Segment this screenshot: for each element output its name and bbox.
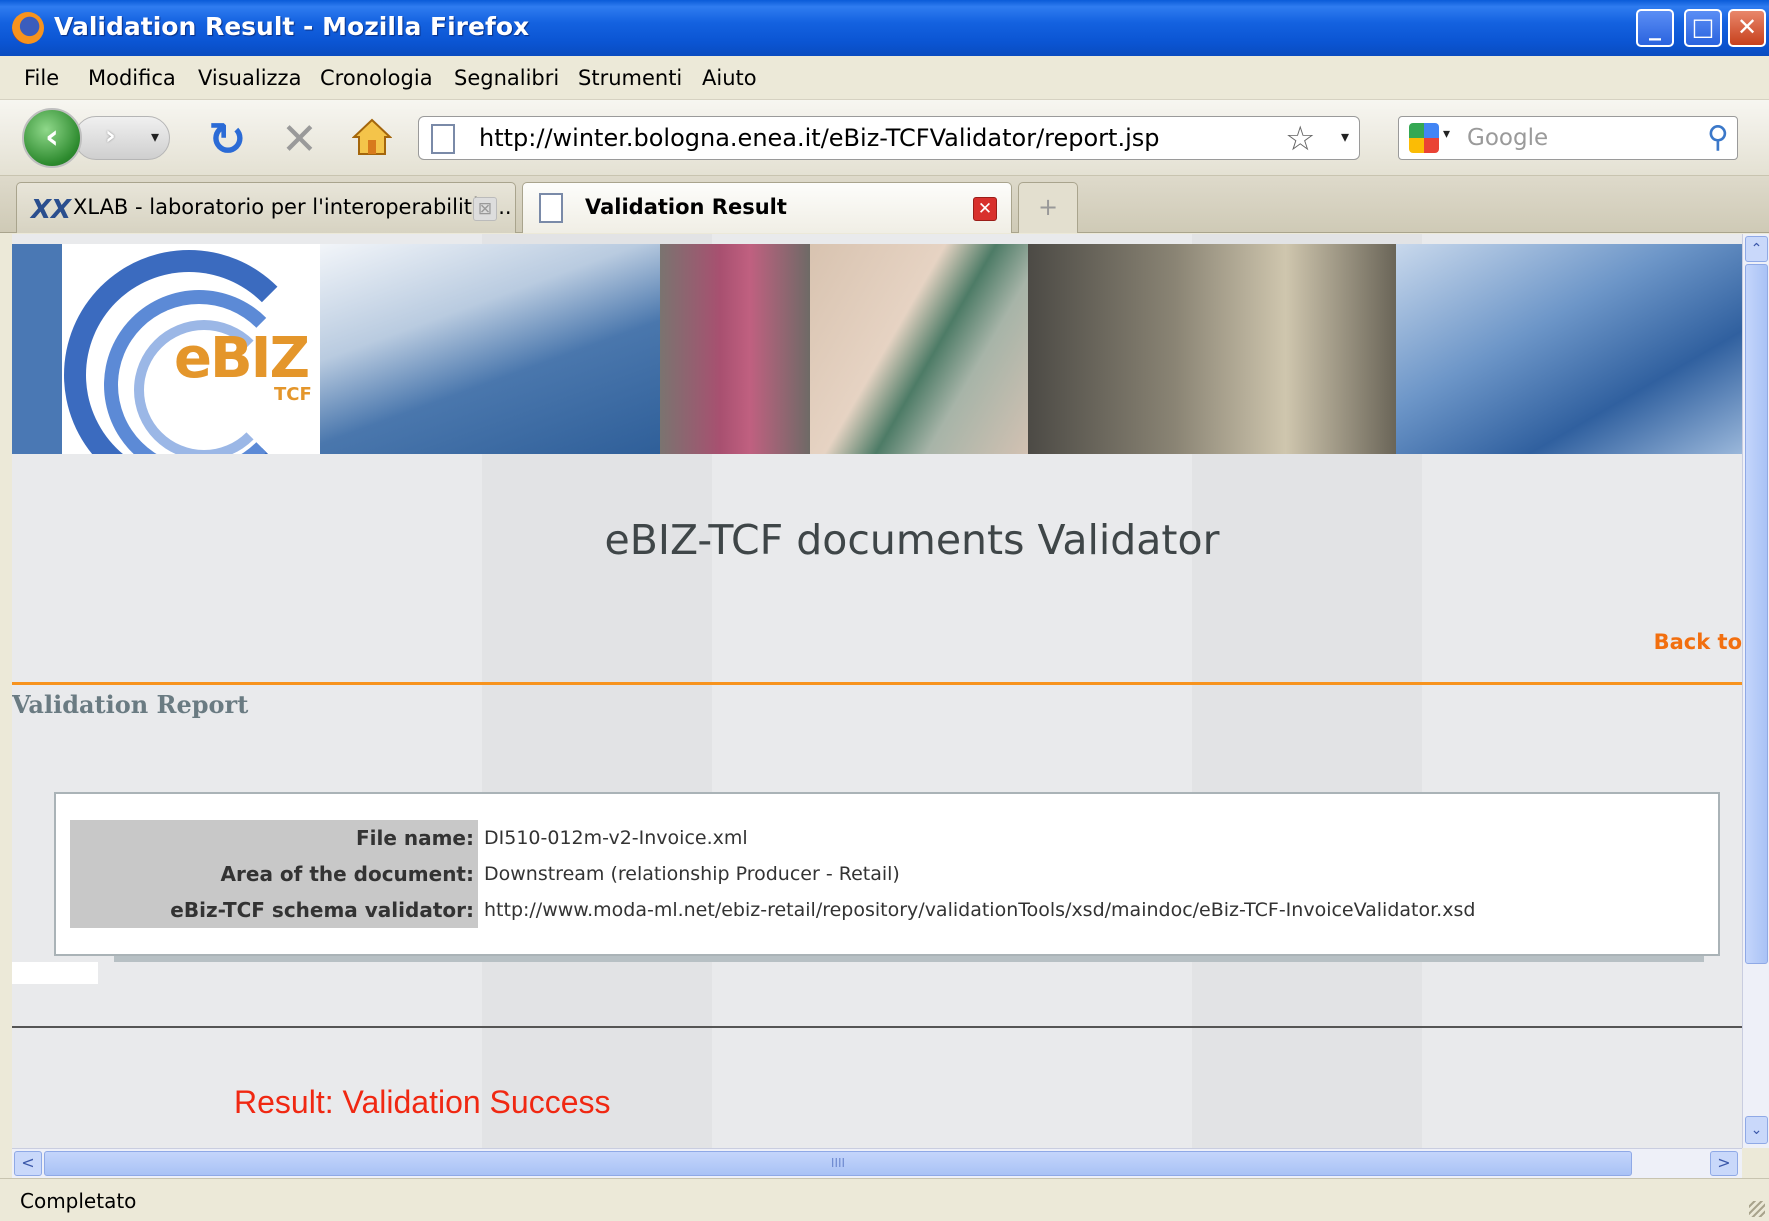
page-title: eBIZ-TCF documents Validator — [604, 516, 1220, 564]
validation-result: Result: Validation Success — [234, 1084, 611, 1120]
banner-image-sky — [320, 244, 660, 454]
search-engine-dropdown-icon[interactable]: ▾ — [1443, 126, 1450, 142]
decorative-block — [12, 962, 98, 984]
header-banner: eBIZ TCF — [12, 244, 1742, 454]
tab-xlab[interactable]: XX XLAB - laboratorio per l'interoperabi… — [16, 182, 516, 233]
divider — [12, 1026, 1742, 1028]
report-table: File name: DI510-012m-v2-Invoice.xml Are… — [54, 792, 1720, 956]
tab-label: Validation Result — [585, 195, 787, 219]
tab-close-icon[interactable]: ✕ — [973, 197, 997, 221]
menu-file[interactable]: File — [24, 66, 59, 90]
bookmark-star-icon[interactable]: ☆ — [1285, 119, 1315, 159]
close-button[interactable]: ✕ — [1728, 9, 1766, 47]
banner-edge — [12, 244, 62, 454]
banner-image-factory — [1028, 244, 1396, 454]
menu-modifica[interactable]: Modifica — [88, 66, 176, 90]
row-value: http://www.moda-ml.net/ebiz-retail/repos… — [484, 899, 1476, 921]
scroll-left-icon[interactable]: < — [14, 1151, 42, 1176]
vertical-scrollbar[interactable]: ⌃ ⌄ — [1742, 234, 1769, 1148]
menu-aiuto[interactable]: Aiuto — [702, 66, 757, 90]
menu-bar: File Modifica Visualizza Cronologia Segn… — [0, 56, 1769, 100]
tab-close-icon[interactable]: ⊠ — [473, 197, 497, 221]
minimize-button[interactable]: _ — [1636, 9, 1674, 47]
url-text[interactable]: http://winter.bologna.enea.it/eBiz-TCFVa… — [479, 124, 1159, 152]
horizontal-scroll-thumb[interactable]: IIII — [44, 1151, 1632, 1176]
window-title: Validation Result - Mozilla Firefox — [54, 12, 530, 41]
reload-icon[interactable]: ↻ — [208, 112, 247, 166]
row-label: File name: — [70, 820, 478, 856]
status-text: Completato — [20, 1189, 137, 1213]
firefox-icon — [12, 12, 44, 44]
tab-label: XLAB - laboratorio per l'interoperabilit… — [73, 195, 512, 219]
row-value: Downstream (relationship Producer - Reta… — [484, 863, 900, 885]
vertical-scroll-thumb[interactable] — [1745, 264, 1768, 964]
banner-image-hand — [1396, 244, 1742, 454]
scrollbar-corner — [1742, 1148, 1769, 1178]
page-icon — [539, 193, 563, 223]
row-label: eBiz-TCF schema validator: — [70, 892, 478, 928]
logo-subtext: TCF — [274, 384, 312, 405]
row-value: DI510-012m-v2-Invoice.xml — [484, 827, 748, 849]
resize-grip-icon[interactable] — [1749, 1201, 1765, 1217]
window-title-bar[interactable]: Validation Result - Mozilla Firefox _ □ … — [0, 0, 1769, 56]
section-title: Validation Report — [12, 690, 249, 719]
row-label: Area of the document: — [70, 856, 478, 892]
ebiz-logo: eBIZ TCF — [62, 244, 320, 454]
menu-segnalibri[interactable]: Segnalibri — [454, 66, 559, 90]
back-button[interactable]: ‹ — [22, 108, 82, 168]
google-icon[interactable] — [1409, 123, 1439, 153]
divider — [12, 682, 1742, 685]
scroll-down-icon[interactable]: ⌄ — [1745, 1116, 1768, 1144]
new-tab-button[interactable]: + — [1018, 182, 1078, 233]
menu-strumenti[interactable]: Strumenti — [578, 66, 682, 90]
address-bar[interactable]: http://winter.bologna.enea.it/eBiz-TCFVa… — [418, 116, 1360, 160]
search-bar[interactable]: ▾ Google ⚲ — [1398, 116, 1738, 160]
menu-cronologia[interactable]: Cronologia — [320, 66, 433, 90]
tab-validation-result[interactable]: Validation Result ✕ — [522, 182, 1012, 233]
logo-text: eBIZ — [174, 326, 310, 391]
scroll-up-icon[interactable]: ⌃ — [1745, 236, 1768, 262]
forward-button[interactable]: › ▾ — [74, 116, 170, 160]
maximize-button[interactable]: □ — [1684, 9, 1722, 47]
status-bar: Completato — [0, 1178, 1769, 1221]
horizontal-scrollbar[interactable]: < IIII > — [12, 1148, 1742, 1178]
stop-icon[interactable]: ✕ — [281, 114, 318, 165]
url-dropdown-icon[interactable]: ▾ — [1341, 127, 1349, 146]
search-icon[interactable]: ⚲ — [1707, 120, 1729, 155]
search-input[interactable]: Google — [1467, 125, 1548, 151]
forward-arrow-icon: › — [105, 121, 116, 151]
home-icon[interactable] — [352, 118, 392, 156]
history-dropdown-icon[interactable]: ▾ — [151, 127, 159, 146]
xlab-logo-icon: XX — [31, 195, 72, 225]
back-to-link[interactable]: Back to — [1654, 630, 1742, 654]
menu-visualizza[interactable]: Visualizza — [198, 66, 301, 90]
banner-image-shoe — [810, 244, 1028, 454]
banner-image-fashion — [660, 244, 810, 454]
page-content: eBIZ TCF eBIZ-TCF documents Validator Ba… — [12, 234, 1742, 1148]
tab-bar: XX XLAB - laboratorio per l'interoperabi… — [0, 176, 1769, 392]
page-icon — [431, 124, 455, 154]
scroll-right-icon[interactable]: > — [1710, 1151, 1738, 1176]
